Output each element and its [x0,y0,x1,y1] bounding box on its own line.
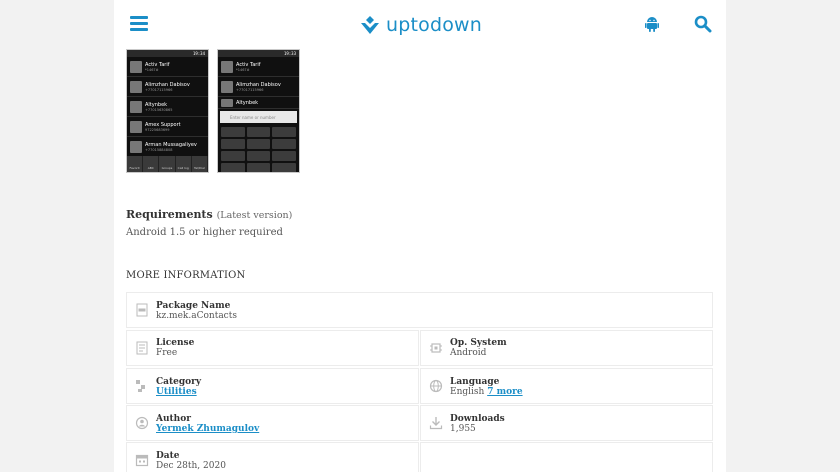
os-label: Op. System [450,338,507,348]
contact-row: Altynbek +77015630865 [127,97,208,117]
page-container: uptodown 19:34 Activ Tarif *1467# Alimzh… [114,0,726,472]
requirements-subtitle: (Latest version) [216,210,293,221]
category-icon [136,380,145,392]
date-label: Date [156,451,180,461]
downloads-cell: Downloads 1,955 [420,405,713,441]
language-cell: Language English 7 more [420,368,713,404]
category-link[interactable]: Utilities [156,387,197,397]
status-bar-time: 19:33 [218,50,299,57]
more-information-heading: MORE INFORMATION [126,270,246,281]
logo-text: uptodown [386,14,483,36]
language-label: Language [450,377,500,387]
empty-cell [420,442,713,472]
license-icon [136,341,148,355]
contact-row: Amex Support 97225683699 [127,117,208,137]
category-label: Category [156,377,202,387]
package-name-cell: Package Name kz.mek.aContacts [126,292,713,328]
date-cell: Date Dec 28th, 2020 [126,442,419,472]
top-header: uptodown [114,0,726,48]
contact-row: Altynbek [218,97,299,109]
dial-keypad [218,125,299,172]
requirements-heading: Requirements (Latest version) [126,208,293,221]
os-cell: Op. System Android [420,330,713,366]
globe-icon [429,379,443,393]
contact-row: Activ Tarif *1467# [127,57,208,77]
hamburger-menu-icon[interactable] [130,16,148,31]
language-more-link[interactable]: 7 more [487,387,522,397]
date-value: Dec 28th, 2020 [156,461,226,471]
contact-row: Activ Tarif *1467# [218,57,299,77]
author-link[interactable]: Yermek Zhumagulov [156,424,259,434]
requirements-text: Android 1.5 or higher required [126,227,283,238]
package-name-label: Package Name [156,301,231,311]
dial-entry-field: Enter name or number [220,111,297,123]
download-icon [429,417,443,430]
license-cell: License Free [126,330,419,366]
author-cell: Author Yermek Zhumagulov [126,405,419,441]
app-screenshot-2[interactable]: 19:33 Activ Tarif *1467# Alimzhan Dabisov… [217,49,300,173]
package-icon [136,303,148,317]
contact-row: Arman Mussagaliyev +77015884808 [127,137,208,157]
language-value: English [450,387,485,397]
downloads-value: 1,955 [450,424,476,434]
chip-icon [430,343,442,353]
android-icon[interactable] [645,16,659,32]
downloads-label: Downloads [450,414,505,424]
status-bar-time: 19:34 [127,50,208,57]
calendar-icon [135,454,149,467]
screenshot-tab-bar: Favorit ABC Groups Call log Tel/Dial [127,156,208,172]
uptodown-logo-icon [361,16,379,34]
app-screenshot-1[interactable]: 19:34 Activ Tarif *1467# Alimzhan Dabisov… [126,49,209,173]
search-icon[interactable] [694,15,712,33]
category-cell: Category Utilities [126,368,419,404]
author-label: Author [156,414,191,424]
contact-row: Alimzhan Dabisov +77017115966 [127,77,208,97]
license-value: Free [156,348,178,358]
os-value: Android [450,348,487,358]
uptodown-logo[interactable]: uptodown [359,13,482,37]
license-label: License [156,338,195,348]
package-name-value: kz.mek.aContacts [156,311,237,321]
contact-row: Alimzhan Dabisov +77017115966 [218,77,299,97]
author-icon [135,416,149,430]
